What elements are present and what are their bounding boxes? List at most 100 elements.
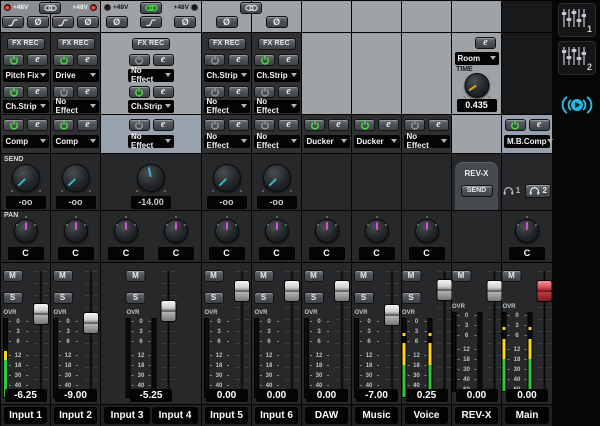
main-pan-knob[interactable]: [515, 219, 539, 243]
input1-solo-button[interactable]: S: [3, 292, 23, 304]
input34-mute-button[interactable]: M: [126, 270, 146, 282]
input2-fx-rec-button[interactable]: FX REC: [57, 38, 95, 50]
input2-fx2-power-button[interactable]: [53, 86, 74, 98]
input6-fader-cap[interactable]: [284, 280, 300, 302]
voice-mute-button[interactable]: M: [401, 270, 421, 282]
input6-phase-button[interactable]: Ø: [266, 16, 288, 28]
main-mute-button[interactable]: M: [502, 270, 522, 282]
mixer-2-button[interactable]: 2: [558, 41, 596, 75]
stereo-link-button-3[interactable]: [240, 2, 262, 14]
daw-fader-cap[interactable]: [334, 280, 350, 302]
input5-fx1-power-button[interactable]: [204, 54, 225, 66]
voice-fx3-power-button[interactable]: [404, 119, 425, 131]
input5-send-knob[interactable]: [213, 164, 241, 192]
daw-fx3-power-button[interactable]: [304, 119, 325, 131]
voice-pan-knob[interactable]: [415, 219, 439, 243]
input2-phase-button[interactable]: Ø: [77, 16, 99, 28]
input1-fx1-power-button[interactable]: [3, 54, 24, 66]
stereo-link-button-2[interactable]: [140, 2, 162, 14]
input2-solo-button[interactable]: S: [53, 292, 73, 304]
daw-solo-button[interactable]: S: [304, 292, 324, 304]
music-fx3-edit-button[interactable]: e: [378, 119, 399, 131]
input6-fx-rec-button[interactable]: FX REC: [258, 38, 296, 50]
input6-send-knob[interactable]: [263, 164, 291, 192]
revx-fader-cap[interactable]: [486, 280, 502, 302]
input34-send-knob[interactable]: [137, 164, 165, 192]
input5-fx-rec-button[interactable]: FX REC: [208, 38, 246, 50]
loopback-icon[interactable]: [560, 93, 594, 122]
input6-fx2-edit-button[interactable]: e: [278, 86, 299, 98]
daw-mute-button[interactable]: M: [304, 270, 324, 282]
voice-solo-button[interactable]: S: [401, 292, 421, 304]
input5-fx1-effect-select[interactable]: Ch.Strip: [204, 69, 250, 82]
input1-fx3-power-button[interactable]: [3, 119, 24, 131]
input2-fx2-effect-select[interactable]: No Effect: [53, 100, 99, 113]
daw-pan-knob[interactable]: [315, 219, 339, 243]
input5-fx2-power-button[interactable]: [204, 86, 225, 98]
daw-fx3-edit-button[interactable]: e: [328, 119, 349, 131]
input2-fx1-edit-button[interactable]: e: [77, 54, 98, 66]
music-fader-cap[interactable]: [384, 304, 400, 326]
input1-phase-button[interactable]: Ø: [27, 16, 49, 28]
input34-fader[interactable]: [161, 269, 177, 391]
input34-fx1-power-button[interactable]: [129, 54, 150, 66]
input1-hpf-button[interactable]: [2, 16, 24, 28]
phones-1-indicator[interactable]: 1: [503, 186, 520, 195]
input5-phase-button[interactable]: Ø: [216, 16, 238, 28]
revx-fader[interactable]: [486, 269, 502, 391]
input34-fx3-power-button[interactable]: [129, 119, 150, 131]
voice-fx3-effect-select[interactable]: No Effect: [404, 135, 450, 148]
revx-mute-button[interactable]: M: [451, 270, 471, 282]
voice-fader[interactable]: [436, 269, 452, 391]
input34-fx3-effect-select[interactable]: No Effect: [128, 135, 174, 148]
input5-fader-cap[interactable]: [234, 280, 250, 302]
input34-fx-rec-button[interactable]: FX REC: [132, 38, 170, 50]
input5-fx3-effect-select[interactable]: No Effect: [204, 135, 250, 148]
music-fx3-effect-select[interactable]: Ducker: [354, 135, 400, 148]
input5-fader[interactable]: [234, 269, 250, 391]
input2-fader-cap[interactable]: [83, 312, 99, 334]
input2-fx1-power-button[interactable]: [53, 54, 74, 66]
input1-fx2-edit-button[interactable]: e: [27, 86, 48, 98]
input2-fader[interactable]: [83, 269, 99, 391]
input5-fx3-edit-button[interactable]: e: [228, 119, 249, 131]
main-fader-cap[interactable]: [537, 280, 553, 302]
daw-fx3-effect-select[interactable]: Ducker: [304, 135, 350, 148]
voice-fader-cap[interactable]: [436, 279, 452, 301]
input2-mute-button[interactable]: M: [53, 270, 73, 282]
stereo-link-button-1[interactable]: [39, 2, 61, 14]
input34-hpf-button[interactable]: [140, 16, 162, 28]
input34-fx1-edit-button[interactable]: e: [153, 54, 174, 66]
input6-fx3-edit-button[interactable]: e: [278, 119, 299, 131]
input34-phase-button[interactable]: Ø: [174, 16, 196, 28]
input5-fx1-edit-button[interactable]: e: [228, 54, 249, 66]
input1-fx1-effect-select[interactable]: Pitch Fix: [3, 69, 49, 82]
input6-solo-button[interactable]: S: [254, 292, 274, 304]
input6-fx3-effect-select[interactable]: No Effect: [254, 135, 300, 148]
input34-phase-button[interactable]: Ø: [106, 16, 128, 28]
main-fx3-edit-button[interactable]: e: [529, 119, 550, 131]
main-fx3-effect-select[interactable]: M.B.Comp: [504, 135, 550, 148]
input2-fx1-effect-select[interactable]: Drive: [53, 69, 99, 82]
input6-fx1-effect-select[interactable]: Ch.Strip: [254, 69, 300, 82]
revx-fx1-effect-select[interactable]: Room: [455, 52, 499, 65]
input34-pan-left-knob[interactable]: [114, 219, 138, 243]
input2-fx3-effect-select[interactable]: Comp: [53, 135, 99, 148]
input1-fx2-power-button[interactable]: [3, 86, 24, 98]
mixer-1-button[interactable]: 1: [558, 3, 596, 37]
input6-fx1-power-button[interactable]: [254, 54, 275, 66]
input6-fx2-effect-select[interactable]: No Effect: [254, 100, 300, 113]
input34-fx2-effect-select[interactable]: Ch.Strip: [128, 100, 174, 113]
music-fx3-power-button[interactable]: [354, 119, 375, 131]
revx-fx1-edit-button[interactable]: e: [475, 37, 496, 49]
input1-fx-rec-button[interactable]: FX REC: [7, 38, 45, 50]
phones-2-button[interactable]: 2: [525, 184, 551, 198]
input6-mute-button[interactable]: M: [254, 270, 274, 282]
input1-fx2-effect-select[interactable]: Ch.Strip: [3, 100, 49, 113]
input2-fx2-edit-button[interactable]: e: [77, 86, 98, 98]
main-fx3-power-button[interactable]: [505, 119, 526, 131]
input2-fx3-edit-button[interactable]: e: [77, 119, 98, 131]
input6-fx1-edit-button[interactable]: e: [278, 54, 299, 66]
daw-fader[interactable]: [334, 269, 350, 391]
revx-time-knob[interactable]: [464, 73, 489, 98]
